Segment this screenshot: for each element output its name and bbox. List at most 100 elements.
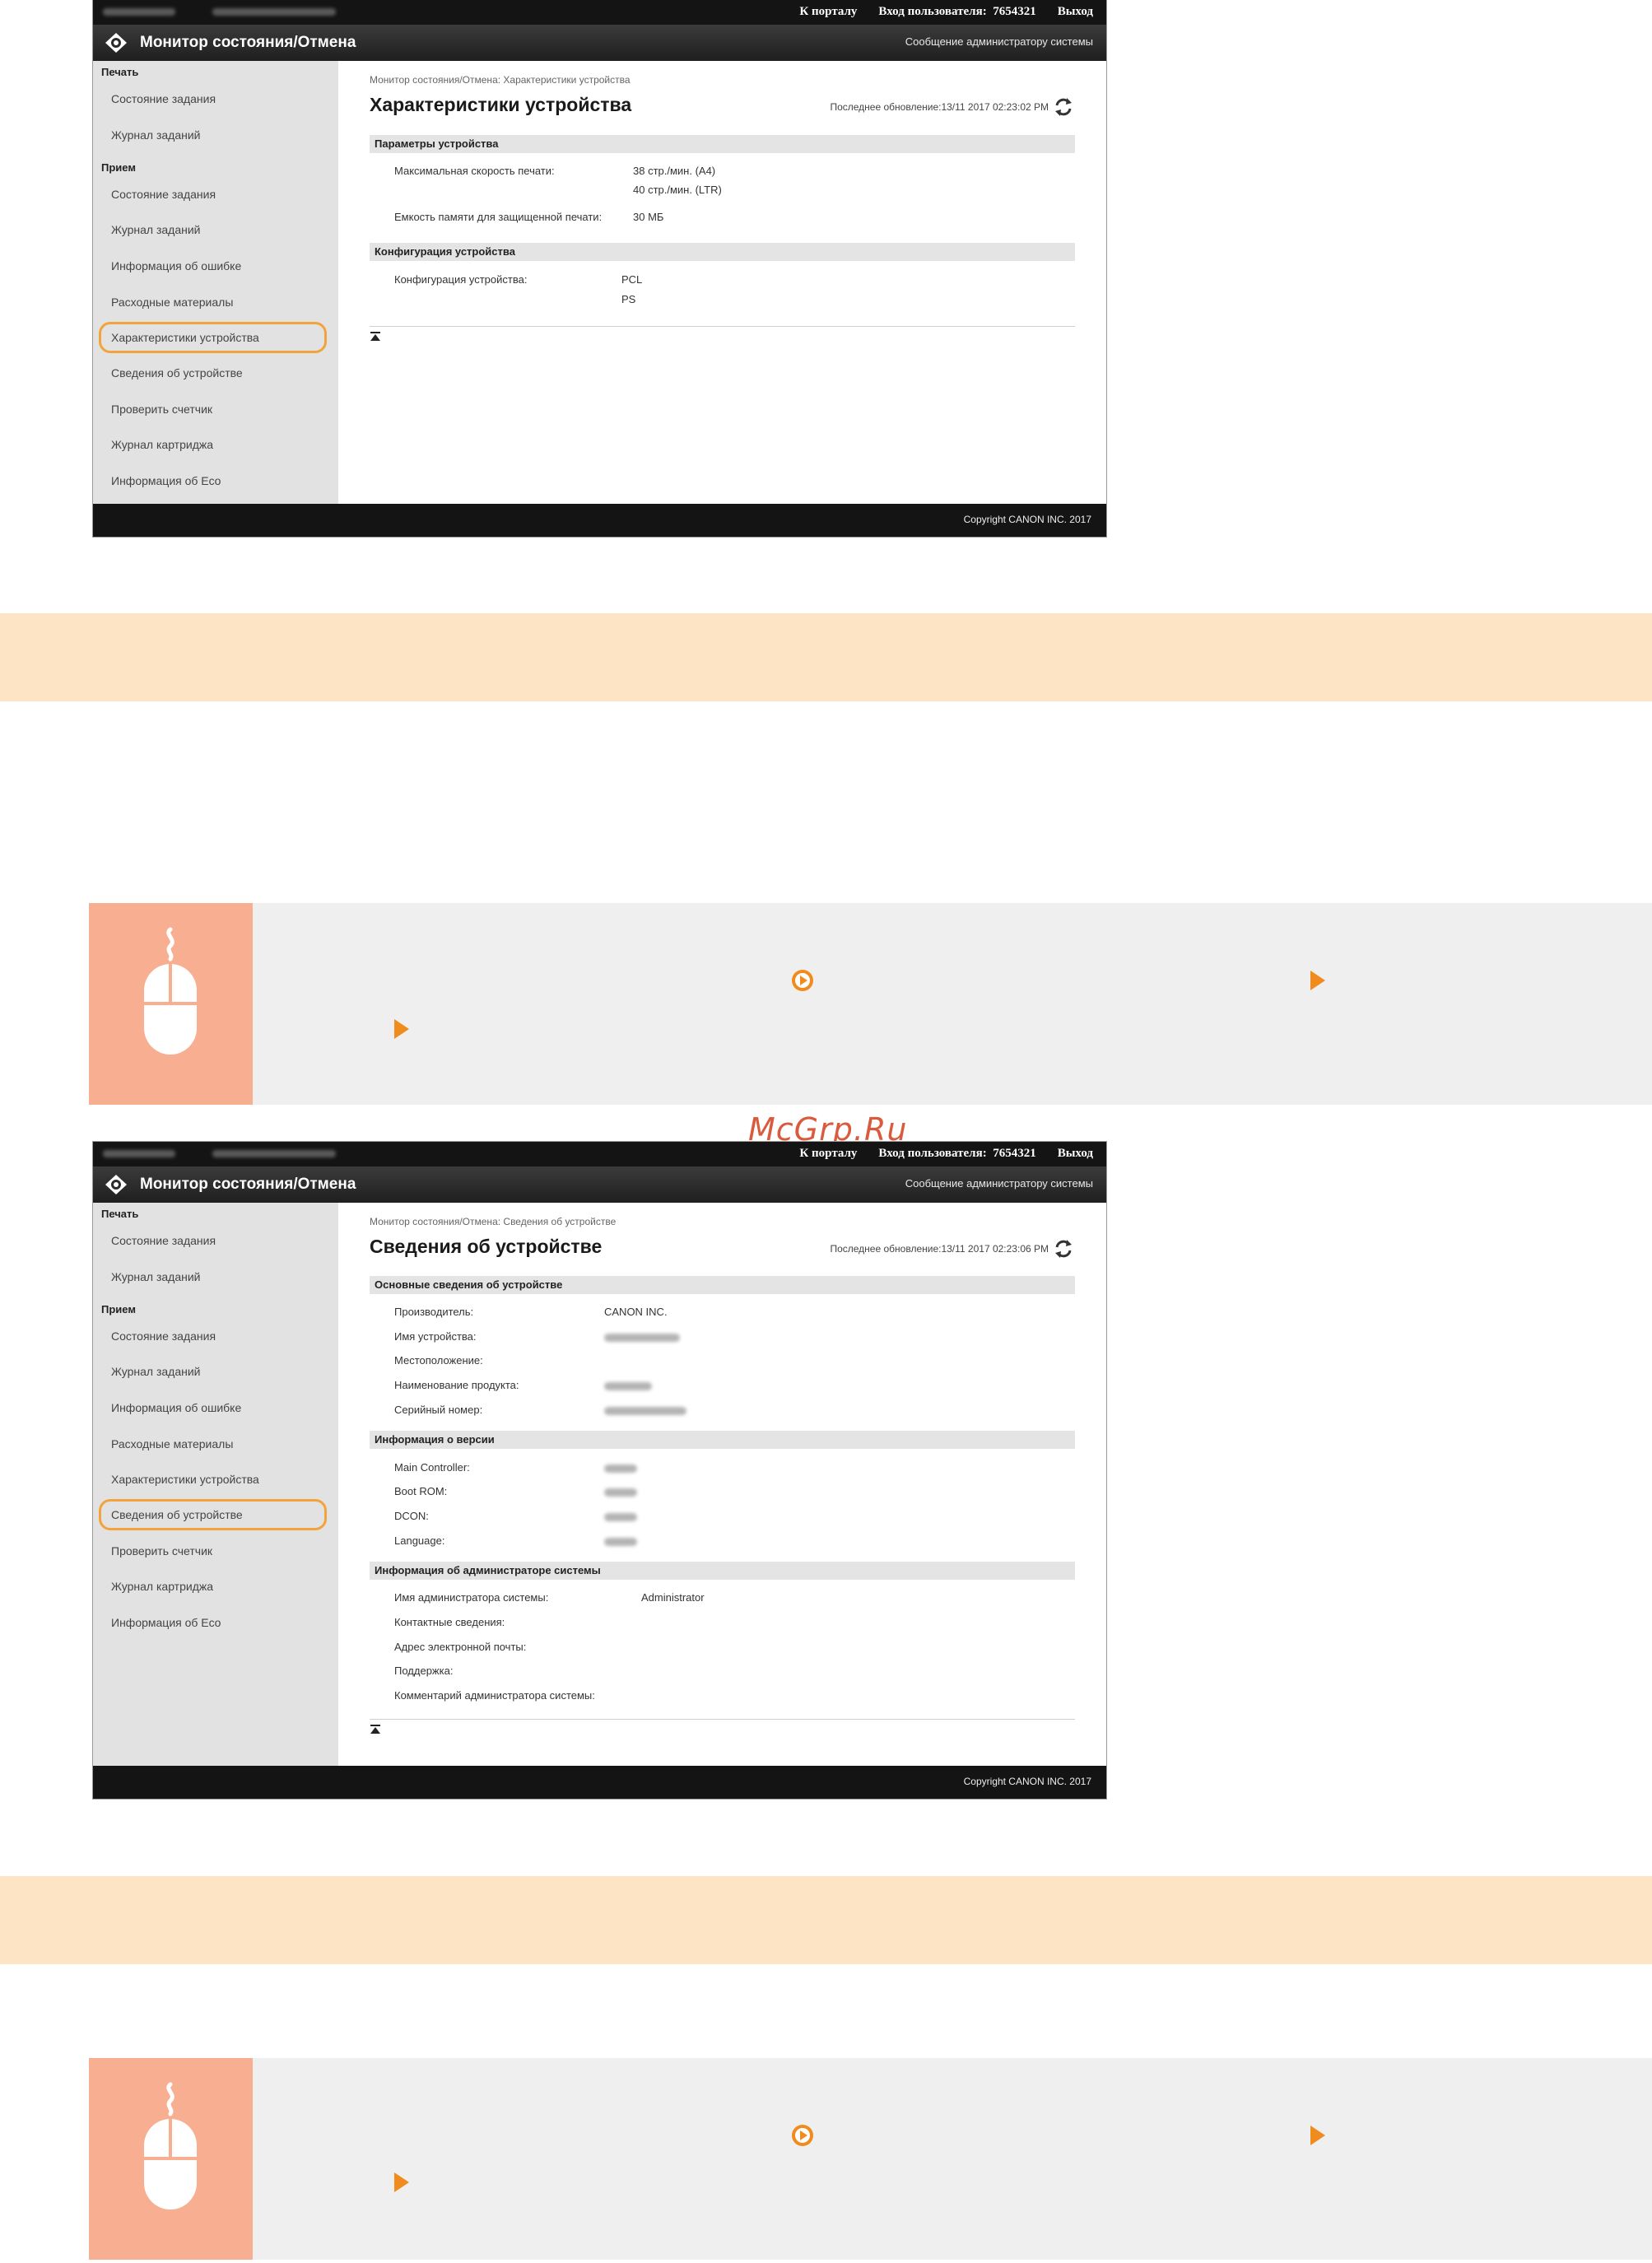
mouse-operation-icon	[144, 2082, 197, 2209]
portal-link[interactable]: К порталу	[799, 1147, 857, 1161]
user-id: 7654321	[993, 5, 1036, 18]
blurred-language-version	[604, 1538, 637, 1546]
sidebar-item-device-info[interactable]: Сведения об устройстве	[111, 366, 243, 379]
tip-icon-box	[89, 2058, 253, 2260]
footer: Copyright CANON INC. 2017	[93, 504, 1106, 537]
label-email-address: Адрес электронной почты:	[394, 1641, 527, 1653]
logout-link[interactable]: Выход	[1058, 5, 1093, 19]
sidebar-item-print-job-log[interactable]: Журнал заданий	[111, 128, 201, 142]
circle-arrow-icon	[792, 970, 813, 991]
sidebar-item-print-job-log[interactable]: Журнал заданий	[111, 1270, 201, 1283]
label-dcon: DCON:	[394, 1510, 429, 1522]
sidebar-item-device-features[interactable]: Характеристики устройства	[111, 1473, 259, 1486]
page-title: Сведения об устройстве	[370, 1236, 603, 1257]
refresh-icon[interactable]	[1052, 1237, 1075, 1260]
value-admin-name: Administrator	[641, 1591, 705, 1604]
triangle-arrow-icon	[1310, 2126, 1325, 2145]
step-heading-band	[0, 613, 1652, 701]
sidebar-item-receive-job-status[interactable]: Состояние задания	[111, 188, 216, 201]
admin-message-link[interactable]: Сообщение администратору системы	[905, 1177, 1093, 1190]
copyright: Copyright CANON INC. 2017	[963, 514, 1091, 525]
screenshot-device-features: К порталу Вход пользователя: 7654321 Вых…	[93, 0, 1106, 537]
sidebar-group-receive: Прием	[101, 1303, 136, 1315]
blurred-dcon-version	[604, 1513, 637, 1521]
blurred-main-controller-version	[604, 1464, 637, 1473]
sidebar-item-error-info[interactable]: Информация об ошибке	[111, 259, 241, 272]
blurred-model-name	[212, 1150, 336, 1157]
label-admin-name: Имя администратора системы:	[394, 1591, 549, 1604]
login-label: Вход пользователя:	[878, 1147, 987, 1160]
back-to-top-icon[interactable]	[370, 1724, 381, 1735]
operation-tip	[89, 903, 1652, 1105]
sidebar-item-eco-info[interactable]: Информация об Eco	[111, 1616, 221, 1629]
sidebar: Печать Состояние задания Журнал заданий …	[93, 1203, 338, 1766]
user-id: 7654321	[993, 1147, 1036, 1160]
sidebar-item-check-counter[interactable]: Проверить счетчик	[111, 403, 212, 416]
breadcrumb: Монитор состояния/Отмена: Характеристики…	[370, 74, 631, 86]
main-content: Монитор состояния/Отмена: Характеристики…	[338, 61, 1106, 504]
label-support: Поддержка:	[394, 1665, 454, 1677]
tip-icon-box	[89, 903, 253, 1105]
sidebar-item-receive-job-log[interactable]: Журнал заданий	[111, 1365, 201, 1378]
logout-link[interactable]: Выход	[1058, 1147, 1093, 1161]
footer: Copyright CANON INC. 2017	[93, 1766, 1106, 1799]
sidebar-item-device-features[interactable]: Характеристики устройства	[111, 331, 259, 344]
sidebar-item-cartridge-log[interactable]: Журнал картриджа	[111, 1580, 213, 1593]
app-title: Монитор состояния/Отмена	[140, 34, 356, 51]
sidebar-item-consumables[interactable]: Расходные материалы	[111, 296, 233, 309]
page-title: Характеристики устройства	[370, 94, 632, 115]
content-separator	[370, 1719, 1075, 1720]
label-device-name: Имя устройства:	[394, 1330, 477, 1343]
section-device-configuration: Конфигурация устройства	[370, 243, 1075, 261]
triangle-arrow-icon	[1310, 971, 1325, 990]
section-admin-info: Информация об администраторе системы	[370, 1562, 1075, 1580]
label-manufacturer: Производитель:	[394, 1306, 474, 1318]
label-serial-number: Серийный номер:	[394, 1404, 483, 1416]
sidebar-item-check-counter[interactable]: Проверить счетчик	[111, 1544, 212, 1558]
admin-message-link[interactable]: Сообщение администратору системы	[905, 35, 1093, 48]
triangle-arrow-icon	[394, 2172, 409, 2192]
operation-tip	[89, 2058, 1652, 2260]
copyright: Copyright CANON INC. 2017	[963, 1776, 1091, 1787]
canon-remote-ui-logo-icon	[105, 1175, 127, 1194]
section-version-info: Информация о версии	[370, 1431, 1075, 1449]
sidebar-group-receive: Прием	[101, 161, 136, 174]
sidebar-group-print: Печать	[101, 66, 139, 78]
blurred-device-name	[103, 8, 175, 16]
sidebar-item-receive-job-log[interactable]: Журнал заданий	[111, 223, 201, 236]
label-main-controller: Main Controller:	[394, 1461, 470, 1474]
sidebar-item-error-info[interactable]: Информация об ошибке	[111, 1401, 241, 1414]
app-header: Монитор состояния/Отмена Сообщение админ…	[93, 25, 1106, 61]
sidebar-item-print-job-status[interactable]: Состояние задания	[111, 1234, 216, 1247]
sidebar-item-consumables[interactable]: Расходные материалы	[111, 1437, 233, 1450]
value-config-ps: PS	[621, 293, 636, 305]
portal-link[interactable]: К порталу	[799, 5, 857, 19]
blurred-device-name	[103, 1150, 175, 1157]
top-bar: К порталу Вход пользователя: 7654321 Вых…	[93, 1142, 1106, 1166]
app-header: Монитор состояния/Отмена Сообщение админ…	[93, 1166, 1106, 1203]
sidebar: Печать Состояние задания Журнал заданий …	[93, 61, 338, 504]
last-updated: Последнее обновление:13/11 2017 02:23:02…	[830, 101, 1049, 113]
value-config-pcl: PCL	[621, 273, 643, 286]
sidebar-item-print-job-status[interactable]: Состояние задания	[111, 92, 216, 105]
label-location: Местоположение:	[394, 1354, 483, 1367]
login-label: Вход пользователя:	[878, 5, 987, 18]
value-manufacturer: CANON INC.	[604, 1306, 668, 1318]
app-title: Монитор состояния/Отмена	[140, 1176, 356, 1193]
value-print-speed-a4: 38 стр./мин. (A4)	[633, 165, 716, 177]
sidebar-item-device-info[interactable]: Сведения об устройстве	[111, 1508, 243, 1521]
main-content: Монитор состояния/Отмена: Сведения об ус…	[338, 1203, 1106, 1766]
section-basic-device-info: Основные сведения об устройстве	[370, 1276, 1075, 1294]
screenshot-device-info: К порталу Вход пользователя: 7654321 Вых…	[93, 1142, 1106, 1799]
top-bar: К порталу Вход пользователя: 7654321 Вых…	[93, 0, 1106, 25]
sidebar-item-cartridge-log[interactable]: Журнал картриджа	[111, 438, 213, 451]
label-device-configuration: Конфигурация устройства:	[394, 273, 528, 286]
sidebar-item-eco-info[interactable]: Информация об Eco	[111, 474, 221, 487]
blurred-serial-number-value	[604, 1407, 686, 1415]
refresh-icon[interactable]	[1052, 95, 1075, 119]
step-heading-band	[0, 1876, 1652, 1964]
last-updated: Последнее обновление:13/11 2017 02:23:06…	[830, 1243, 1049, 1255]
back-to-top-icon[interactable]	[370, 331, 381, 342]
sidebar-item-receive-job-status[interactable]: Состояние задания	[111, 1329, 216, 1343]
canon-remote-ui-logo-icon	[105, 33, 127, 53]
